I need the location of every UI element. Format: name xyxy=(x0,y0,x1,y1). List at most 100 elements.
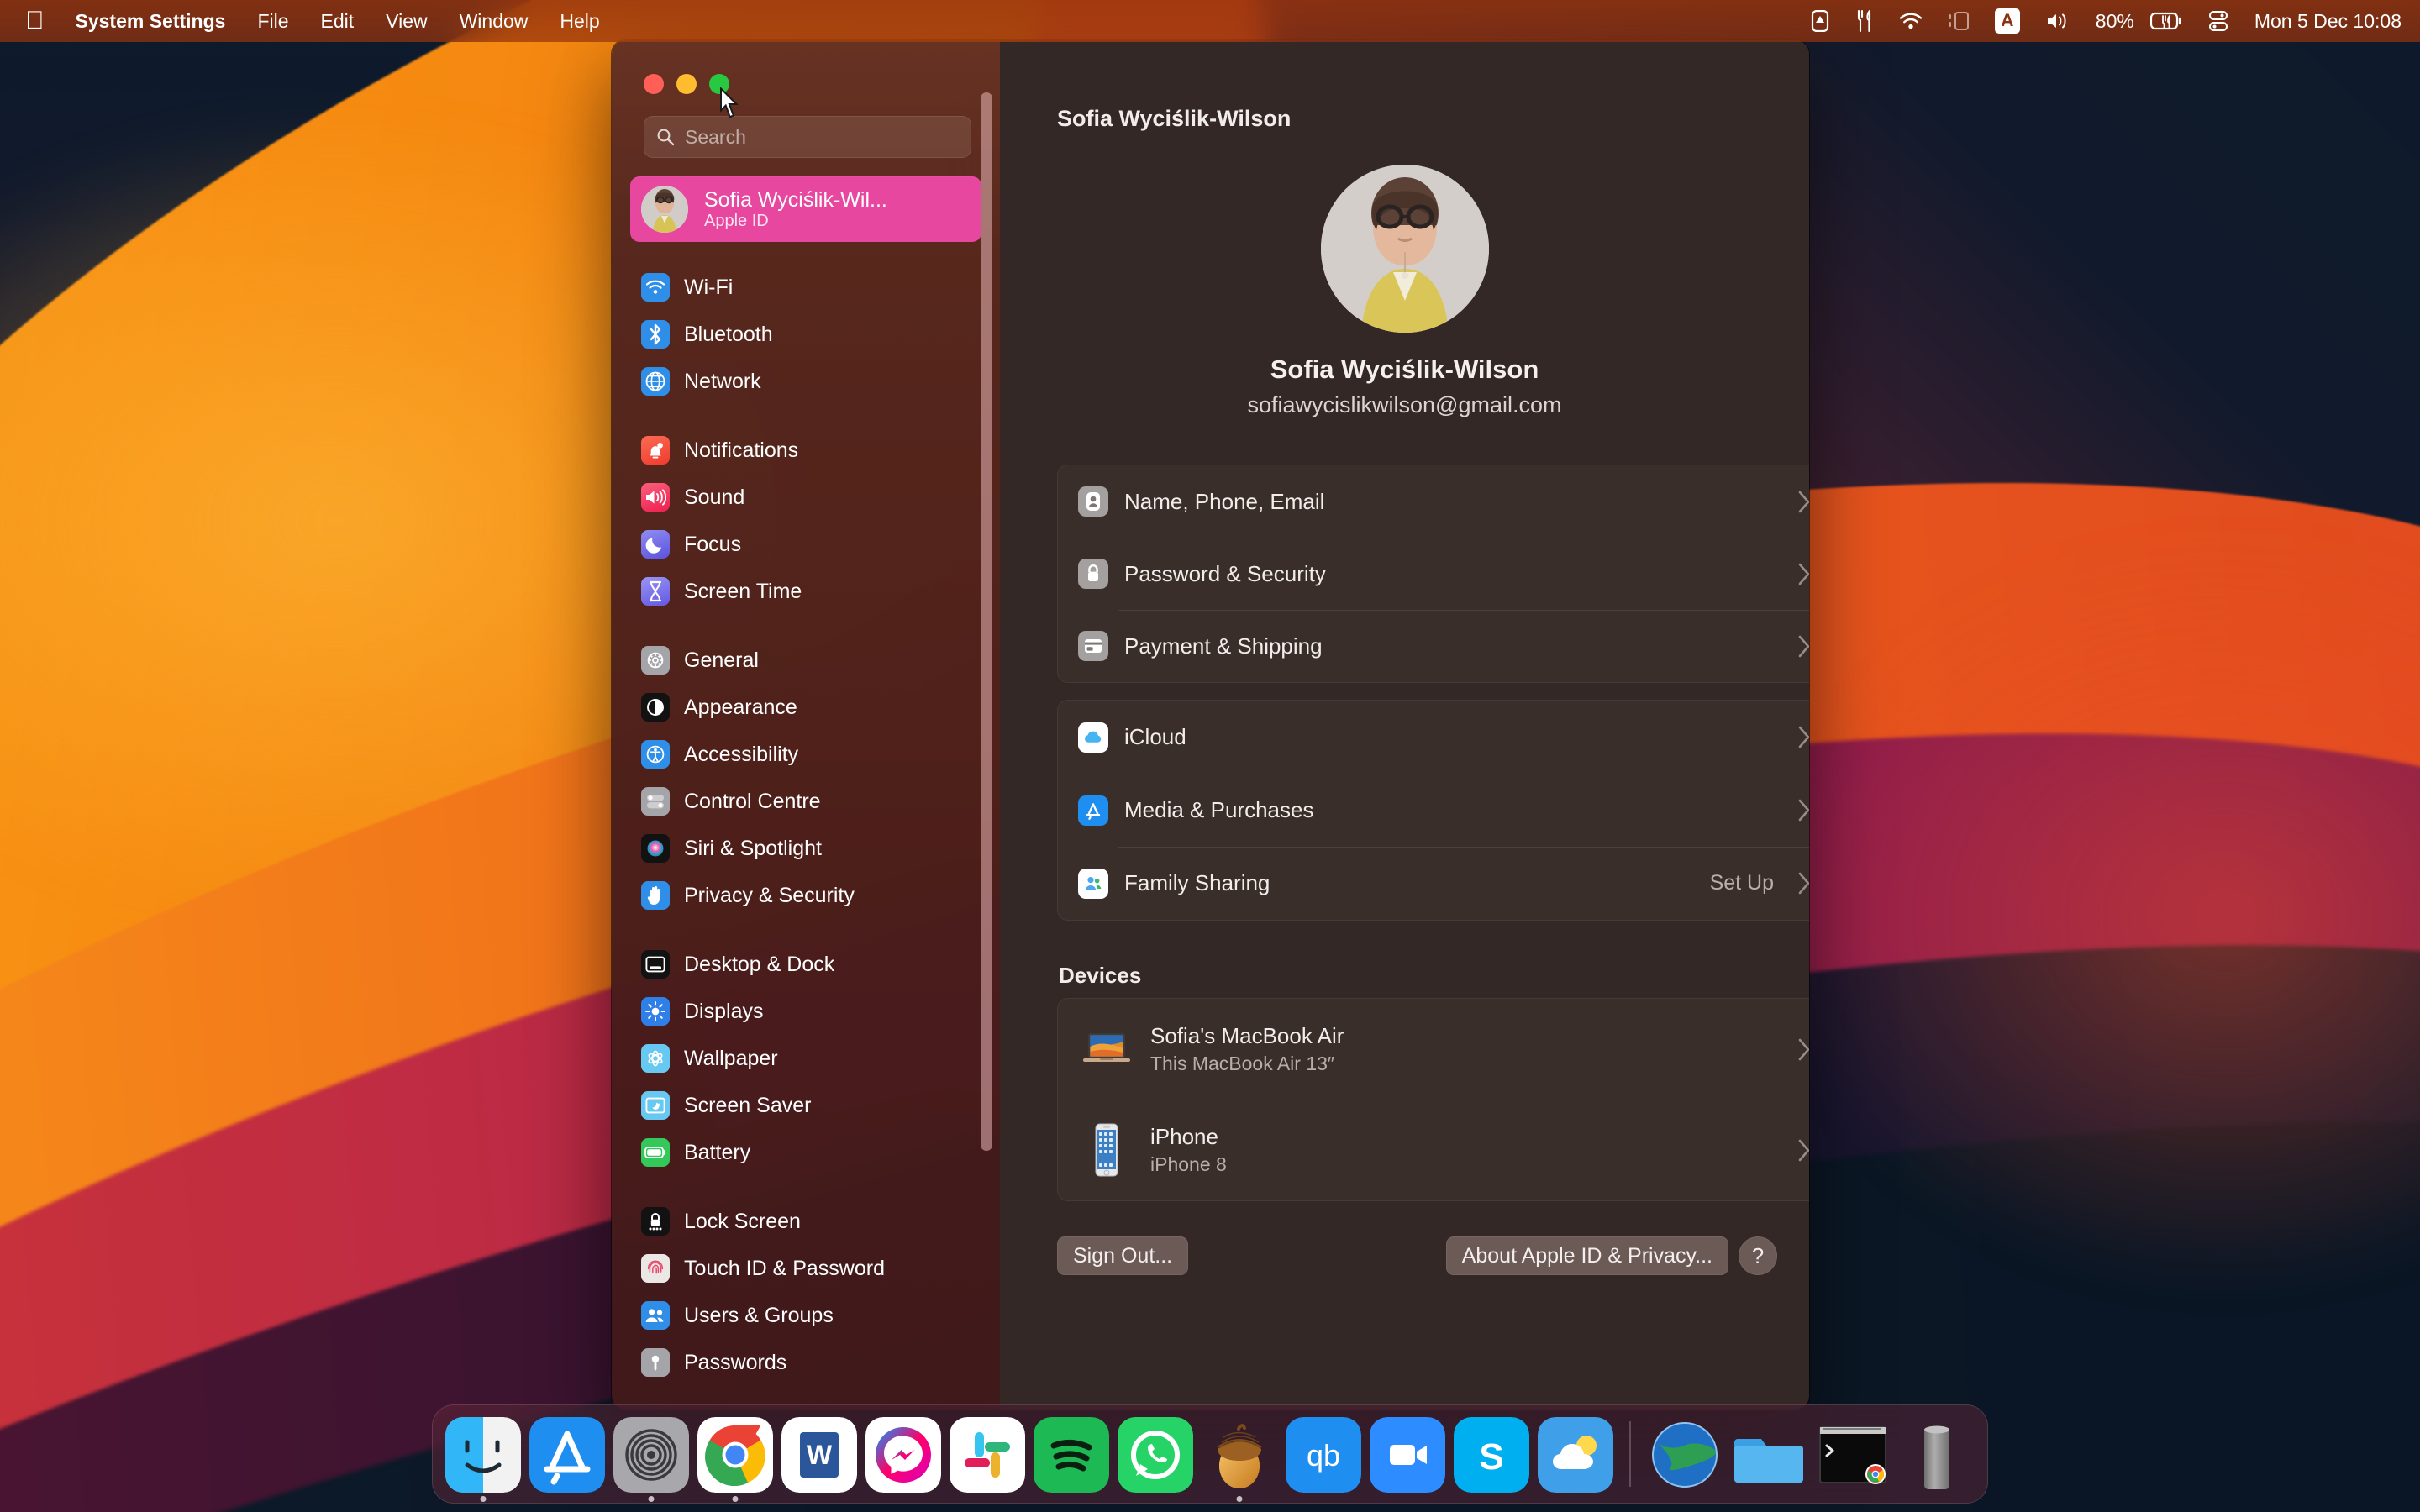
account-settings-group: Name, Phone, Email Password & Security P… xyxy=(1057,465,1809,683)
brightness-icon xyxy=(641,997,670,1026)
sidebar-item-bluetooth[interactable]: Bluetooth xyxy=(630,311,981,358)
stage-manager-icon[interactable] xyxy=(1935,0,1982,42)
dock-item-slack[interactable] xyxy=(949,1415,1026,1493)
dock-item-messenger[interactable] xyxy=(865,1415,942,1493)
row-icloud[interactable]: iCloud xyxy=(1058,701,1809,774)
wifi-icon[interactable] xyxy=(1886,0,1935,42)
sidebar-item-wallpaper[interactable]: Wallpaper xyxy=(630,1035,981,1082)
search-input[interactable] xyxy=(685,126,959,149)
sidebar-item-label: Touch ID & Password xyxy=(684,1257,885,1281)
dock-item-spotify[interactable] xyxy=(1033,1415,1110,1493)
device-row-macbook-air[interactable]: Sofia's MacBook Air This MacBook Air 13″ xyxy=(1058,999,1809,1100)
sidebar-item-apple-id[interactable]: Sofia Wyciślik-Wil... Apple ID xyxy=(630,176,981,242)
row-label: Password & Security xyxy=(1124,561,1782,587)
chrome-icon xyxy=(697,1417,773,1493)
sidebar-item-siri-spotlight[interactable]: Siri & Spotlight xyxy=(630,825,981,872)
dock-item-trash[interactable] xyxy=(1898,1415,1975,1493)
sidebar-item-passwords[interactable]: Passwords xyxy=(630,1339,981,1386)
sidebar-item-desktop-dock[interactable]: Desktop & Dock xyxy=(630,941,981,988)
dock-item-app-store[interactable] xyxy=(529,1415,606,1493)
menu-item-view[interactable]: View xyxy=(370,0,443,42)
app-store-icon xyxy=(529,1417,605,1493)
menu-item-help[interactable]: Help xyxy=(544,0,615,42)
row-name-phone-email[interactable]: Name, Phone, Email xyxy=(1058,465,1809,538)
menu-bar-clock[interactable]: Mon 5 Dec 10:08 xyxy=(2242,0,2402,42)
sidebar-item-users-groups[interactable]: Users & Groups xyxy=(630,1292,981,1339)
sidebar-item-notifications[interactable]: Notifications xyxy=(630,427,981,474)
about-apple-id-privacy-button[interactable]: About Apple ID & Privacy... xyxy=(1446,1236,1728,1275)
device-name: iPhone xyxy=(1150,1124,1780,1150)
sidebar-item-battery[interactable]: Battery xyxy=(630,1129,981,1176)
sidebar-item-label: Control Centre xyxy=(684,790,821,814)
dock-item-google-chrome[interactable] xyxy=(697,1415,774,1493)
dock-item-quickbooks[interactable]: qb xyxy=(1285,1415,1362,1493)
sidebar-item-touch-id-password[interactable]: Touch ID & Password xyxy=(630,1245,981,1292)
close-button[interactable] xyxy=(644,74,664,94)
dock-item-terminal[interactable] xyxy=(1814,1415,1891,1493)
row-media-purchases[interactable]: Media & Purchases xyxy=(1058,774,1809,847)
device-row-iphone[interactable]: iPhone iPhone 8 xyxy=(1058,1100,1809,1200)
sidebar-item-appearance[interactable]: Appearance xyxy=(630,684,981,731)
apple-logo-icon[interactable]:  xyxy=(22,8,60,34)
dock-item-zoom[interactable] xyxy=(1369,1415,1446,1493)
services-group: iCloud Media & Purchases Family Sharing … xyxy=(1057,700,1809,921)
dock-item-whatsapp[interactable] xyxy=(1117,1415,1194,1493)
sidebar-item-sound[interactable]: Sound xyxy=(630,474,981,521)
menu-item-window[interactable]: Window xyxy=(444,0,544,42)
row-password-security[interactable]: Password & Security xyxy=(1058,538,1809,610)
dock-item-downloads[interactable] xyxy=(1730,1415,1807,1493)
sidebar-item-label: Desktop & Dock xyxy=(684,953,834,977)
input-source-icon[interactable]: A xyxy=(1982,0,2033,42)
sidebar-scrollbar[interactable] xyxy=(981,92,992,1151)
sidebar-item-accessibility[interactable]: Accessibility xyxy=(630,731,981,778)
sidebar-item-screen-saver[interactable]: Screen Saver xyxy=(630,1082,981,1129)
sidebar-item-general[interactable]: General xyxy=(630,637,981,684)
battery-percent-label: 80% xyxy=(2083,0,2138,42)
dock-item-network-globe[interactable] xyxy=(1646,1415,1723,1493)
menu-item-file[interactable]: File xyxy=(241,0,304,42)
dock-running-indicator xyxy=(649,1496,655,1502)
volume-icon[interactable] xyxy=(2033,0,2083,42)
sidebar-scroll-area[interactable]: Sofia Wyciślik-Wil... Apple ID Wi-Fi Blu… xyxy=(612,176,1000,1410)
battery-charging-icon[interactable] xyxy=(2138,0,2195,42)
sidebar-item-network[interactable]: Network xyxy=(630,358,981,405)
help-button[interactable]: ? xyxy=(1739,1236,1777,1275)
dock-item-weather[interactable] xyxy=(1537,1415,1614,1493)
sidebar-item-privacy-security[interactable]: Privacy & Security xyxy=(630,872,981,919)
fork-knife-icon[interactable] xyxy=(1843,0,1886,42)
lock-screen-icon xyxy=(641,1207,670,1236)
sidebar-item-label: Privacy & Security xyxy=(684,884,855,908)
dock-item-finder[interactable] xyxy=(445,1415,522,1493)
search-field[interactable] xyxy=(644,116,971,158)
row-family-sharing[interactable]: Family Sharing Set Up xyxy=(1058,847,1809,920)
control-centre-icon[interactable] xyxy=(2195,0,2242,42)
row-payment-shipping[interactable]: Payment & Shipping xyxy=(1058,610,1809,682)
sidebar-item-lock-screen[interactable]: Lock Screen xyxy=(630,1198,981,1245)
chevron-right-icon xyxy=(1798,799,1809,822)
avatar[interactable] xyxy=(1321,165,1489,333)
sidebar-item-screen-time[interactable]: Screen Time xyxy=(630,568,981,615)
menu-bar:  System Settings File Edit View Window … xyxy=(0,0,2420,42)
sidebar-item-focus[interactable]: Focus xyxy=(630,521,981,568)
system-settings-icon xyxy=(613,1417,689,1493)
sign-out-button[interactable]: Sign Out... xyxy=(1057,1236,1188,1275)
chevron-right-icon xyxy=(1798,491,1809,513)
downloads-folder-icon xyxy=(1731,1417,1807,1493)
acorn-icon xyxy=(1202,1417,1277,1493)
minimise-button[interactable] xyxy=(676,74,697,94)
dropbox-icon[interactable] xyxy=(1797,0,1843,42)
dock-item-skype[interactable]: S xyxy=(1453,1415,1530,1493)
chevron-right-icon xyxy=(1798,872,1809,895)
menu-item-edit[interactable]: Edit xyxy=(305,0,371,42)
lock-icon xyxy=(1078,559,1108,589)
menu-item-system-settings[interactable]: System Settings xyxy=(60,0,242,42)
dock-item-acorn[interactable] xyxy=(1201,1415,1278,1493)
sidebar: Sofia Wyciślik-Wil... Apple ID Wi-Fi Blu… xyxy=(612,40,1000,1410)
sidebar-item-displays[interactable]: Displays xyxy=(630,988,981,1035)
dock-item-system-settings[interactable] xyxy=(613,1415,690,1493)
sidebar-item-label: Bluetooth xyxy=(684,323,773,347)
dock-item-microsoft-word[interactable]: W xyxy=(781,1415,858,1493)
sidebar-item-wi-fi[interactable]: Wi-Fi xyxy=(630,264,981,311)
sidebar-item-control-centre[interactable]: Control Centre xyxy=(630,778,981,825)
messenger-icon xyxy=(865,1417,941,1493)
